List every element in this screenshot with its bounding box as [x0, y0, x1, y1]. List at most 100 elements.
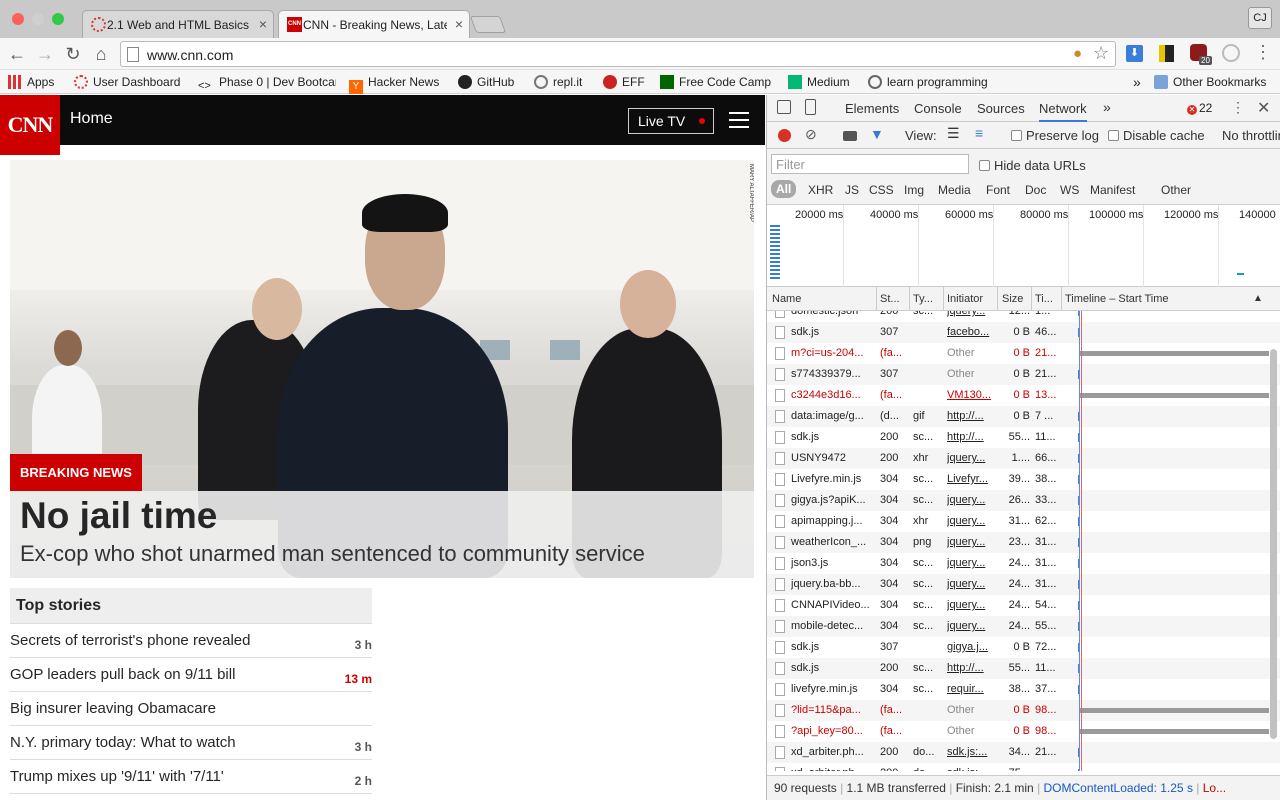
- request-row[interactable]: sdk.js 200 sc... http://... 55... 11...: [767, 427, 1280, 448]
- request-row[interactable]: ?lid=115&pa... (fa... Other 0 B 98...: [767, 700, 1280, 721]
- request-initiator[interactable]: jquery...: [947, 557, 995, 569]
- column-type[interactable]: Ty...: [913, 293, 933, 305]
- request-initiator[interactable]: http://...: [947, 662, 995, 674]
- bookmark-user-dashboard[interactable]: User Dashboard: [74, 74, 180, 91]
- request-row[interactable]: json3.js 304 sc... jquery... 24... 31...: [767, 553, 1280, 574]
- reload-button[interactable]: ↻: [62, 43, 84, 65]
- fullscreen-window-button[interactable]: [52, 13, 64, 25]
- request-row[interactable]: sdk.js 307 facebo... 0 B 46...: [767, 322, 1280, 343]
- extension-icon[interactable]: [1159, 45, 1174, 62]
- request-row[interactable]: livefyre.min.js 304 sc... requir... 38... 37.…: [767, 679, 1280, 700]
- bookmark-learn-programming[interactable]: learn programming: [868, 74, 988, 91]
- bookmark-eff[interactable]: EFF: [603, 74, 645, 91]
- capture-screenshots-icon[interactable]: [843, 131, 857, 141]
- request-initiator[interactable]: gigya.j...: [947, 641, 995, 653]
- tab-sources[interactable]: Sources: [977, 101, 1025, 116]
- request-initiator[interactable]: sdk.js:...: [947, 767, 995, 771]
- browser-tab-web-basics[interactable]: 2.1 Web and HTML Basics ×: [82, 10, 274, 38]
- hide-data-urls-checkbox[interactable]: Hide data URLs: [979, 158, 1086, 173]
- tab-close-icon[interactable]: ×: [259, 11, 267, 37]
- browser-tab-cnn[interactable]: CNN CNN - Breaking News, Latest News and…: [278, 10, 470, 38]
- request-row[interactable]: xd_arbiter.ph... 200 do... sdk.js:... 34... 2…: [767, 742, 1280, 763]
- request-row[interactable]: mobile-detec... 304 sc... jquery... 24... 55.…: [767, 616, 1280, 637]
- column-time[interactable]: Ti...: [1035, 293, 1053, 305]
- section-title[interactable]: Home: [70, 110, 113, 128]
- request-row[interactable]: gigya.js?apiK... 304 sc... jquery... 26... 33…: [767, 490, 1280, 511]
- column-name[interactable]: Name: [772, 293, 801, 305]
- filter-type-img[interactable]: Img: [904, 183, 924, 197]
- request-row[interactable]: s774339379... 307 Other 0 B 21...: [767, 364, 1280, 385]
- tab-console[interactable]: Console: [914, 101, 962, 116]
- request-initiator[interactable]: jquery...: [947, 515, 995, 527]
- cookie-blocked-icon[interactable]: ●: [1073, 45, 1082, 62]
- profile-button[interactable]: CJ: [1248, 7, 1272, 29]
- request-initiator[interactable]: VM130...: [947, 389, 995, 401]
- story-item[interactable]: Secrets of terrorist's phone revealed 3 h: [10, 624, 372, 658]
- request-row[interactable]: c3244e3d16... (fa... VM130... 0 B 13...: [767, 385, 1280, 406]
- extension-circle-icon[interactable]: [1222, 44, 1240, 62]
- request-row[interactable]: sdk.js 200 sc... http://... 55... 11...: [767, 658, 1280, 679]
- filter-type-all[interactable]: All: [771, 180, 797, 198]
- column-timeline[interactable]: Timeline – Start Time: [1065, 293, 1169, 305]
- bookmark-apps[interactable]: Apps: [8, 74, 54, 91]
- request-initiator[interactable]: Other: [947, 347, 995, 359]
- hero-story[interactable]: MARY ALTAFFER/AP BREAKING NEWS No jail t…: [10, 160, 754, 578]
- devtools-close-icon[interactable]: ✕: [1257, 98, 1270, 118]
- request-initiator[interactable]: facebo...: [947, 326, 995, 338]
- overview-icon[interactable]: ≡: [975, 125, 983, 141]
- forward-button[interactable]: →: [34, 43, 56, 65]
- request-row[interactable]: USNY9472 200 xhr jquery... 1.... 66...: [767, 448, 1280, 469]
- bookmark-hacker-news[interactable]: Y Hacker News: [349, 74, 439, 94]
- other-bookmarks-folder[interactable]: Other Bookmarks: [1154, 74, 1266, 91]
- request-initiator[interactable]: Other: [947, 725, 995, 737]
- error-counter[interactable]: ✕ 22: [1187, 101, 1212, 115]
- story-item[interactable]: Big insurer leaving Obamacare: [10, 692, 372, 726]
- request-row[interactable]: sdk.js 307 gigya.j... 0 B 72...: [767, 637, 1280, 658]
- request-initiator[interactable]: Other: [947, 368, 995, 380]
- request-initiator[interactable]: jquery...: [947, 578, 995, 590]
- story-item[interactable]: N.Y. primary today: What to watch 3 h: [10, 726, 372, 760]
- filter-type-media[interactable]: Media: [938, 183, 971, 197]
- bookmark-github[interactable]: GitHub: [458, 74, 514, 91]
- request-row[interactable]: ?api_key=80... (fa... Other 0 B 98...: [767, 721, 1280, 742]
- request-initiator[interactable]: http://...: [947, 431, 995, 443]
- bookmark-free-code-camp[interactable]: Free Code Camp: [660, 74, 771, 91]
- tab-elements[interactable]: Elements: [845, 101, 899, 116]
- sort-ascending-icon[interactable]: ▲: [1253, 293, 1263, 304]
- clear-icon[interactable]: ⊘: [805, 126, 817, 143]
- request-initiator[interactable]: jquery...: [947, 620, 995, 632]
- preserve-log-checkbox[interactable]: Preserve log: [1011, 128, 1099, 143]
- request-row[interactable]: Livefyre.min.js 304 sc... Livefyr... 39... 38…: [767, 469, 1280, 490]
- request-row[interactable]: data:image/g... (d... gif http://... 0 B 7 ..…: [767, 406, 1280, 427]
- request-row[interactable]: jquery.ba-bb... 304 sc... jquery... 24... 31.…: [767, 574, 1280, 595]
- filter-type-ws[interactable]: WS: [1060, 183, 1079, 197]
- minimize-window-button[interactable]: [32, 13, 44, 25]
- download-extension-icon[interactable]: ⬇: [1126, 45, 1143, 62]
- home-button[interactable]: ⌂: [90, 43, 112, 65]
- disable-cache-checkbox[interactable]: Disable cache: [1108, 128, 1205, 143]
- hamburger-menu-icon[interactable]: [729, 112, 749, 128]
- request-initiator[interactable]: requir...: [947, 683, 995, 695]
- request-initiator[interactable]: Other: [947, 704, 995, 716]
- requests-scrollbar[interactable]: [1270, 349, 1277, 739]
- address-bar[interactable]: www.cnn.com ● ☆: [120, 41, 1116, 67]
- request-row[interactable]: xd_arbiter.ph... 200 do... sdk.js:... 75....…: [767, 763, 1280, 771]
- request-initiator[interactable]: jquery...: [947, 494, 995, 506]
- column-status[interactable]: St...: [880, 293, 900, 305]
- live-tv-button[interactable]: Live TV: [628, 108, 714, 134]
- bookmark-dev-bootcamp[interactable]: <> Phase 0 | Dev Bootcamp: [198, 74, 336, 91]
- request-initiator[interactable]: sdk.js:...: [947, 746, 995, 758]
- filter-type-css[interactable]: CSS: [869, 183, 894, 197]
- more-tabs-button[interactable]: »: [1103, 99, 1111, 115]
- request-initiator[interactable]: Livefyr...: [947, 473, 995, 485]
- column-size[interactable]: Size: [1002, 293, 1023, 305]
- tab-close-icon[interactable]: ×: [455, 11, 463, 37]
- filter-type-js[interactable]: JS: [845, 183, 859, 197]
- story-item[interactable]: Trump mixes up '9/11' with '7/11' 2 h: [10, 760, 372, 794]
- devtools-menu-icon[interactable]: ⋮: [1231, 99, 1245, 116]
- throttling-select[interactable]: No throttling: [1222, 128, 1280, 143]
- filter-type-doc[interactable]: Doc: [1025, 183, 1046, 197]
- network-overview[interactable]: 20000 ms 40000 ms 60000 ms 80000 ms 1000…: [767, 205, 1280, 287]
- close-window-button[interactable]: [12, 13, 24, 25]
- bookmark-replit[interactable]: repl.it: [534, 74, 582, 91]
